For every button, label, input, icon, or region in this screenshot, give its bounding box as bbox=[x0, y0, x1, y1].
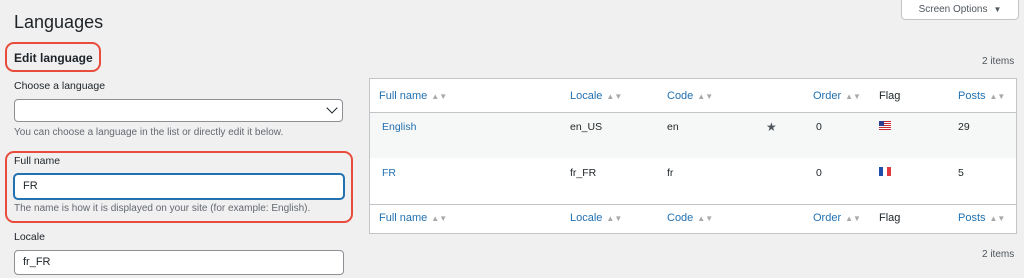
screen-options-button[interactable]: Screen Options ▼ bbox=[901, 0, 1019, 20]
caret-down-icon: ▼ bbox=[993, 5, 1002, 14]
sort-icon: ▲▼ bbox=[989, 92, 1006, 101]
posts-cell: 5 bbox=[958, 167, 964, 179]
sort-icon: ▲▼ bbox=[845, 214, 861, 223]
sort-icon: ▲▼ bbox=[431, 214, 448, 223]
full-name-input[interactable]: FR bbox=[14, 174, 344, 199]
full-name-label: Full name bbox=[14, 155, 61, 167]
screen-options-label: Screen Options bbox=[918, 4, 988, 15]
edit-language-heading: Edit language bbox=[14, 51, 93, 65]
column-posts[interactable]: Posts ▲▼ bbox=[958, 90, 1005, 102]
table-header-row: Full name ▲▼ Locale ▲▼ Code ▲▼ Order ▲▼ Flag… bbox=[370, 79, 1016, 113]
sort-icon: ▲▼ bbox=[697, 214, 714, 223]
locale-input[interactable]: fr_FR bbox=[14, 250, 344, 275]
page-title: Languages bbox=[14, 12, 104, 32]
sort-icon: ▲▼ bbox=[697, 92, 714, 101]
items-count-bottom: 2 items bbox=[982, 249, 1015, 260]
us-flag-icon bbox=[879, 121, 891, 130]
choose-language-select[interactable] bbox=[14, 99, 343, 122]
items-count-top: 2 items bbox=[982, 56, 1015, 67]
sort-icon: ▲▼ bbox=[845, 92, 861, 101]
chevron-down-icon bbox=[326, 102, 338, 114]
column-full-name[interactable]: Full name ▲▼ bbox=[379, 90, 447, 102]
column-order[interactable]: Order ▲▼ bbox=[813, 90, 861, 102]
code-cell: fr bbox=[667, 167, 674, 179]
code-cell: en bbox=[667, 121, 679, 133]
column-code[interactable]: Code ▲▼ bbox=[667, 90, 713, 102]
languages-table: Full name ▲▼ Locale ▲▼ Code ▲▼ Order ▲▼ Flag… bbox=[369, 78, 1017, 234]
footer-column-locale[interactable]: Locale ▲▼ bbox=[570, 212, 622, 224]
sort-icon: ▲▼ bbox=[989, 214, 1006, 223]
language-name-link[interactable]: FR bbox=[382, 167, 396, 179]
sort-icon: ▲▼ bbox=[431, 92, 448, 101]
fr-flag-icon bbox=[879, 167, 891, 176]
posts-cell: 29 bbox=[958, 121, 970, 133]
footer-column-code[interactable]: Code ▲▼ bbox=[667, 212, 713, 224]
table-footer-row: Full name ▲▼ Locale ▲▼ Code ▲▼ Order ▲▼ Flag… bbox=[370, 204, 1016, 234]
full-name-hint: The name is how it is displayed on your … bbox=[14, 203, 311, 214]
column-flag: Flag bbox=[879, 90, 901, 102]
language-name-link[interactable]: English bbox=[382, 121, 416, 133]
order-cell: 0 bbox=[816, 121, 822, 133]
locale-cell: fr_FR bbox=[570, 167, 597, 179]
table-row: FR fr_FR fr 0 5 bbox=[370, 158, 1016, 204]
locale-cell: en_US bbox=[570, 121, 603, 133]
sort-icon: ▲▼ bbox=[606, 214, 623, 223]
footer-column-flag: Flag bbox=[879, 212, 901, 224]
choose-language-hint: You can choose a language in the list or… bbox=[14, 127, 284, 138]
footer-column-posts[interactable]: Posts ▲▼ bbox=[958, 212, 1005, 224]
default-star-icon: ★ bbox=[766, 120, 777, 134]
column-locale[interactable]: Locale ▲▼ bbox=[570, 90, 622, 102]
footer-column-full-name[interactable]: Full name ▲▼ bbox=[379, 212, 447, 224]
order-cell: 0 bbox=[816, 167, 822, 179]
footer-column-order[interactable]: Order ▲▼ bbox=[813, 212, 861, 224]
table-row: English en_US en ★ 0 29 bbox=[370, 113, 1016, 158]
choose-language-label: Choose a language bbox=[14, 80, 106, 92]
sort-icon: ▲▼ bbox=[606, 92, 623, 101]
locale-label: Locale bbox=[14, 231, 45, 243]
